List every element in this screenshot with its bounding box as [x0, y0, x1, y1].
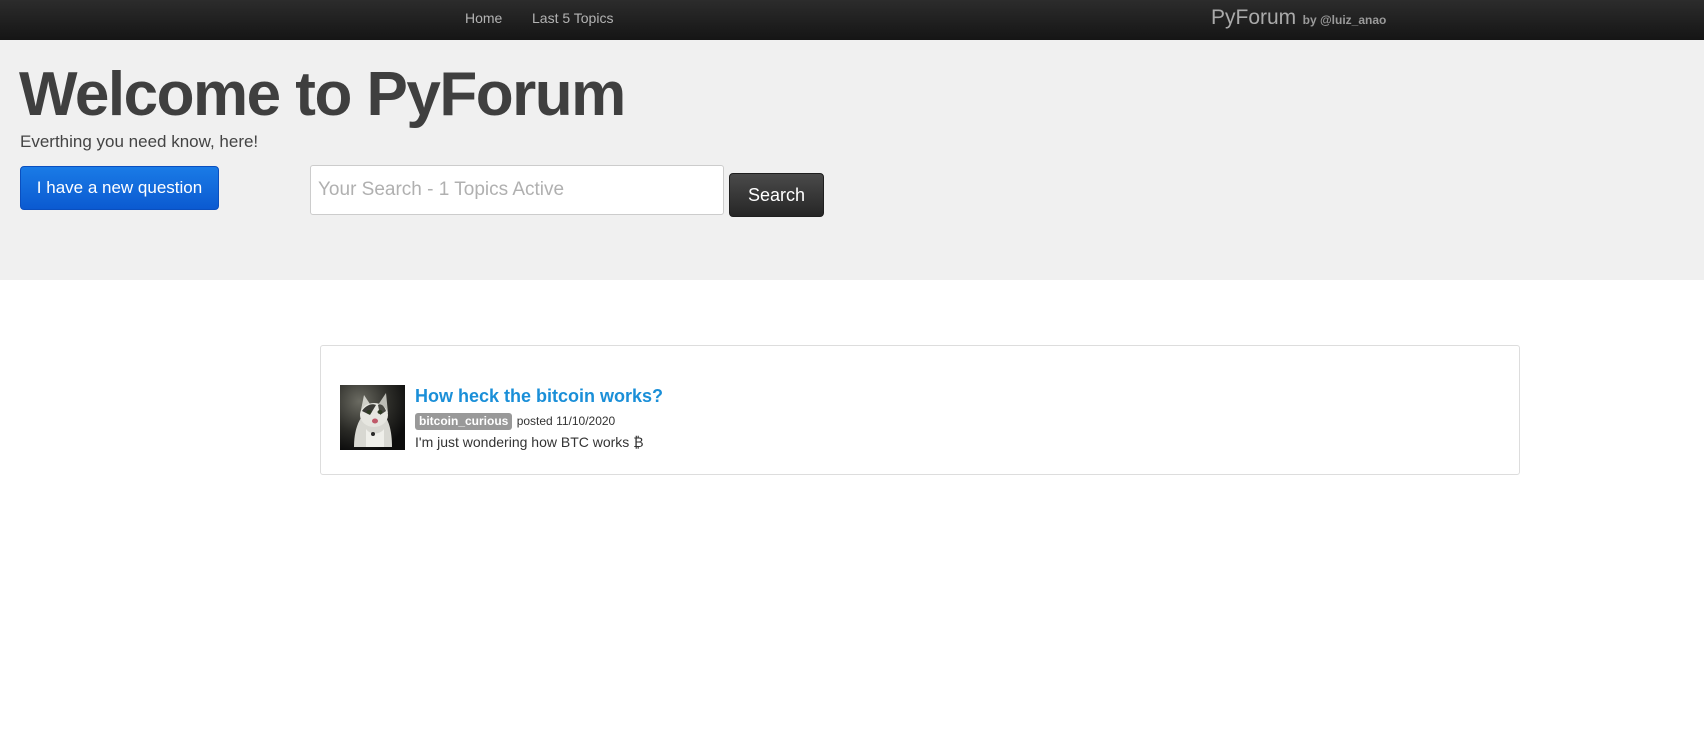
topic-excerpt: I'm just wondering how BTC works ₿ [415, 434, 644, 450]
new-question-button[interactable]: I have a new question [20, 166, 219, 210]
topic-meta: bitcoin_curious posted 11/10/2020 [415, 413, 615, 431]
brand-name: PyForum [1211, 6, 1297, 29]
topic-title-link[interactable]: How heck the bitcoin works? [415, 386, 663, 407]
page-title: Welcome to PyForum [19, 60, 626, 129]
page-subtitle: Everthing you need know, here! [20, 132, 259, 151]
search-input[interactable] [310, 165, 724, 215]
posted-date: 11/10/2020 [556, 414, 616, 428]
search-button[interactable]: Search [729, 173, 824, 217]
author-badge[interactable]: bitcoin_curious [415, 413, 513, 430]
brand-link[interactable]: PyForum by @luiz_anao [1211, 6, 1386, 34]
nav-link-home[interactable]: Home [465, 0, 502, 36]
avatar [340, 385, 405, 450]
posted-label: posted [516, 414, 553, 428]
cat-photo-icon [340, 385, 405, 450]
topic-list-item: How heck the bitcoin works? bitcoin_curi… [320, 345, 1520, 475]
top-navbar: Home Last 5 Topics PyForum by @luiz_anao [0, 0, 1704, 41]
hero-section: Welcome to PyForum Everthing you need kn… [0, 40, 1704, 280]
brand-byline: by @luiz_anao [1302, 13, 1387, 27]
nav-link-last-5-topics[interactable]: Last 5 Topics [532, 0, 613, 36]
